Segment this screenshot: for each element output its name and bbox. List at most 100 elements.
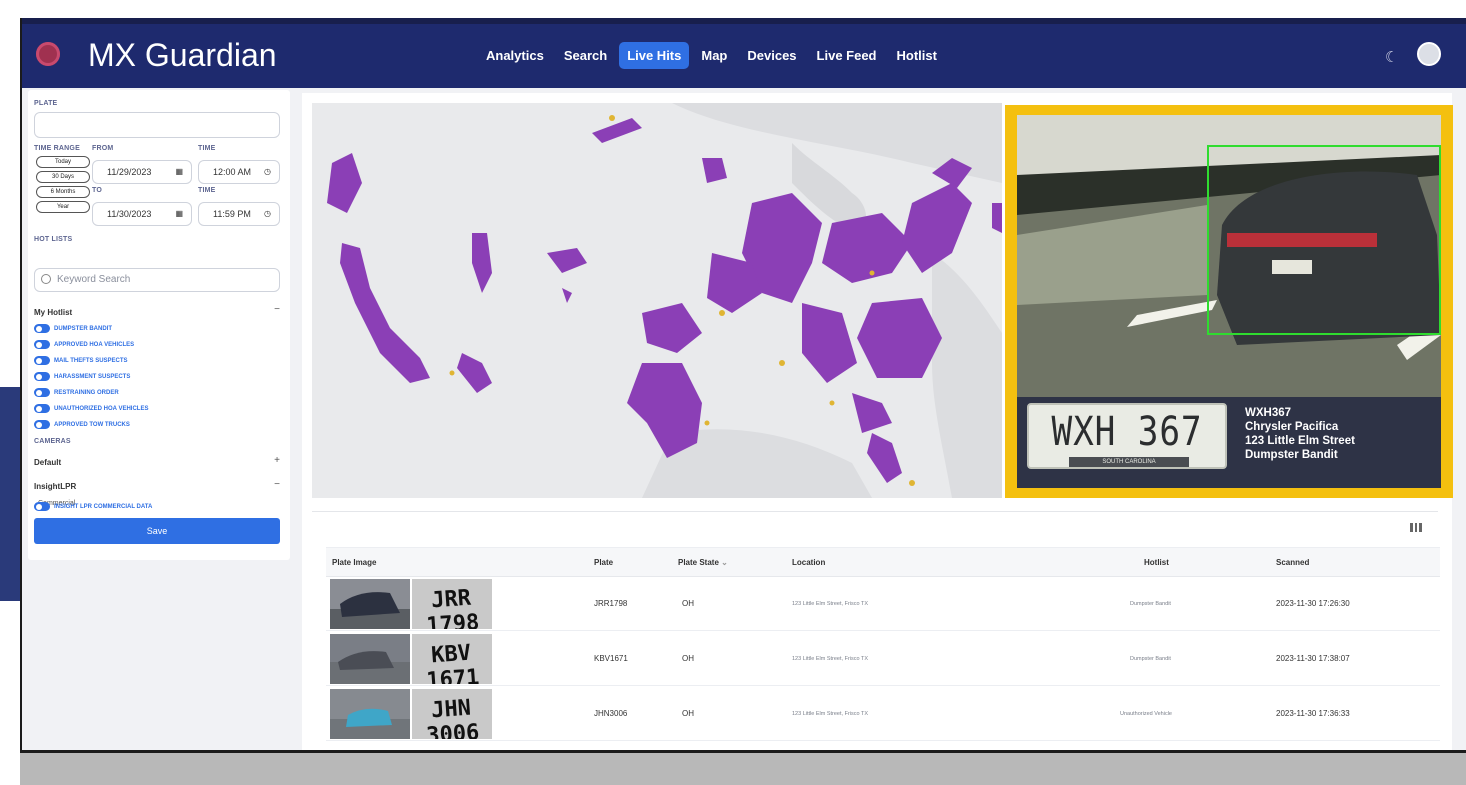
from-date-input[interactable]: 11/29/2023 ▦ <box>92 160 192 184</box>
range-30-days-button[interactable]: 30 Days <box>36 171 90 183</box>
hotlist-toggle-unauthorized-hoa[interactable]: UNAUTHORIZED HOA VEHICLES <box>34 404 148 413</box>
th-plate-state[interactable]: Plate State ⌄ <box>678 558 728 567</box>
th-plate[interactable]: Plate <box>594 558 613 567</box>
backdrop-left-bar <box>0 387 20 601</box>
to-time-value: 11:59 PM <box>213 209 251 219</box>
camera-toggle-insight-lpr-commercial[interactable]: INSIGHT LPR COMMERCIAL DATA <box>34 502 152 511</box>
cell-location: 123 Little Elm Street, Frisco TX <box>792 711 869 717</box>
hotlist-toggle-mail-thefts[interactable]: MAIL THEFTS SUSPECTS <box>34 356 128 365</box>
filter-sidebar: PLATE TIME RANGE FROM TIME Today 30 Days… <box>28 90 290 560</box>
range-6-months-button[interactable]: 6 Months <box>36 186 90 198</box>
th-scanned[interactable]: Scanned <box>1276 558 1309 567</box>
toggle-switch[interactable] <box>34 356 50 365</box>
vehicle-thumbnail[interactable] <box>330 689 410 739</box>
cell-hotlist: Unauthorized Vehicle <box>1120 711 1172 717</box>
my-hotlist-title[interactable]: My Hotlist <box>34 308 72 317</box>
time-range-label: TIME RANGE <box>34 145 80 152</box>
backdrop-bottom <box>20 750 1466 785</box>
to-label: TO <box>92 187 102 194</box>
capture-hotlist: Dumpster Bandit <box>1245 449 1338 461</box>
range-year-button[interactable]: Year <box>36 201 90 213</box>
vehicle-thumbnail[interactable] <box>330 579 410 629</box>
plate-thumbnail-text: KBV 1671 <box>425 640 481 684</box>
cell-plate: JRR1798 <box>594 599 628 608</box>
range-today-button[interactable]: Today <box>36 156 90 168</box>
toggle-switch[interactable] <box>34 324 50 333</box>
th-location[interactable]: Location <box>792 558 825 567</box>
capture-vehicle: Chrysler Pacifica <box>1245 421 1339 433</box>
hits-table: Plate Image Plate Plate State ⌄ Location… <box>312 505 1452 750</box>
from-time-label: TIME <box>198 145 216 152</box>
calendar-icon: ▦ <box>175 209 183 218</box>
plate-thumbnail[interactable]: KBV 1671 <box>412 634 492 684</box>
nav-live-feed[interactable]: Live Feed <box>809 42 885 69</box>
capture-info-panel: WXH 367 SOUTH CAROLINA WXH367 Chrysler P… <box>1017 397 1441 488</box>
hotlist-toggle-harassment[interactable]: HARASSMENT SUSPECTS <box>34 372 130 381</box>
nav-live-hits[interactable]: Live Hits <box>619 42 690 69</box>
plate-thumbnail-text: JRR 1798 <box>425 585 481 629</box>
toggle-switch[interactable] <box>34 502 50 511</box>
vehicle-thumbnail[interactable] <box>330 634 410 684</box>
plate-crop: WXH 367 SOUTH CAROLINA <box>1027 403 1227 469</box>
toggle-switch[interactable] <box>34 388 50 397</box>
table-row[interactable]: JRR 1798 JRR1798 OH 123 Little Elm Stree… <box>326 577 1440 631</box>
to-date-value: 11/30/2023 <box>107 209 152 219</box>
avatar[interactable] <box>1417 42 1441 66</box>
from-label: FROM <box>92 145 114 152</box>
th-hotlist[interactable]: Hotlist <box>1144 558 1169 567</box>
to-date-input[interactable]: 11/30/2023 ▦ <box>92 202 192 226</box>
hits-map[interactable] <box>312 103 1002 498</box>
cell-location: 123 Little Elm Street, Frisco TX <box>792 656 869 662</box>
sort-chevron-icon[interactable]: ⌄ <box>721 558 728 567</box>
default-group-expand-button[interactable]: + <box>274 455 280 466</box>
hotlist-toggle-approved-hoa[interactable]: APPROVED HOA VEHICLES <box>34 340 134 349</box>
vehicle-detection-box <box>1207 145 1441 335</box>
cell-scanned: 2023-11-30 17:36:33 <box>1276 709 1350 718</box>
th-plate-image[interactable]: Plate Image <box>332 558 376 567</box>
toggle-switch[interactable] <box>34 372 50 381</box>
toggle-switch[interactable] <box>34 420 50 429</box>
camera-capture-frame: WXH 367 SOUTH CAROLINA WXH367 Chrysler P… <box>1005 105 1453 498</box>
from-time-value: 12:00 AM <box>213 167 252 177</box>
cell-scanned: 2023-11-30 17:26:30 <box>1276 599 1350 608</box>
capture-details: WXH367 Chrysler Pacifica 123 Little Elm … <box>1245 406 1355 462</box>
hotlist-toggle-approved-tow-trucks[interactable]: APPROVED TOW TRUCKS <box>34 420 130 429</box>
default-group-title[interactable]: Default <box>34 458 61 467</box>
cell-location: 123 Little Elm Street, Frisco TX <box>792 601 869 607</box>
hotlist-toggle-dumpster-bandit[interactable]: DUMPSTER BANDIT <box>34 324 112 333</box>
to-time-input[interactable]: 11:59 PM ◷ <box>198 202 280 226</box>
main-panel: WXH 367 SOUTH CAROLINA WXH367 Chrysler P… <box>302 93 1453 750</box>
table-header: Plate Image Plate Plate State ⌄ Location… <box>326 547 1440 577</box>
hotlist-toggle-restraining-order[interactable]: RESTRAINING ORDER <box>34 388 119 397</box>
my-hotlist-collapse-button[interactable]: − <box>274 304 280 315</box>
main-nav: Analytics Search Live Hits Map Devices L… <box>478 42 945 69</box>
moon-icon[interactable]: ☾ <box>1385 48 1398 66</box>
nav-hotlist[interactable]: Hotlist <box>889 42 945 69</box>
toggle-switch[interactable] <box>34 404 50 413</box>
keyword-search-input[interactable]: Keyword Search <box>34 268 280 292</box>
columns-icon[interactable] <box>1410 523 1423 532</box>
logo-icon <box>36 42 60 66</box>
toggle-switch[interactable] <box>34 340 50 349</box>
nav-analytics[interactable]: Analytics <box>478 42 552 69</box>
cell-plate: JHN3006 <box>594 709 628 718</box>
table-row[interactable]: KBV 1671 KBV1671 OH 123 Little Elm Stree… <box>326 632 1440 686</box>
us-map-svg <box>312 103 1002 498</box>
cell-hotlist: Dumpster Bandit <box>1130 601 1171 607</box>
plate-thumbnail-text: JHN 3006 <box>425 695 481 739</box>
nav-devices[interactable]: Devices <box>739 42 804 69</box>
table-row[interactable]: JHN 3006 JHN3006 OH 123 Little Elm Stree… <box>326 687 1440 741</box>
plate-label: PLATE <box>34 100 58 107</box>
to-time-label: TIME <box>198 187 216 194</box>
insightlpr-collapse-button[interactable]: − <box>274 479 280 490</box>
plate-thumbnail[interactable]: JRR 1798 <box>412 579 492 629</box>
plate-input[interactable] <box>34 112 280 138</box>
nav-map[interactable]: Map <box>693 42 735 69</box>
from-time-input[interactable]: 12:00 AM ◷ <box>198 160 280 184</box>
calendar-icon: ▦ <box>175 167 183 176</box>
camera-capture-image[interactable]: WXH 367 SOUTH CAROLINA WXH367 Chrysler P… <box>1017 115 1441 488</box>
plate-thumbnail[interactable]: JHN 3006 <box>412 689 492 739</box>
nav-search[interactable]: Search <box>556 42 615 69</box>
insightlpr-group-title[interactable]: InsightLPR <box>34 482 76 491</box>
save-button[interactable]: Save <box>34 518 280 544</box>
